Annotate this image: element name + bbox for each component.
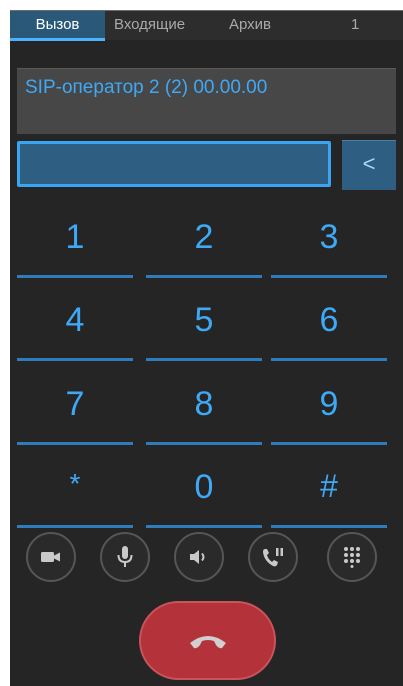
key-star[interactable]: * [17, 448, 133, 528]
key-1-label: 1 [65, 218, 85, 256]
key-3-label: 3 [319, 218, 339, 256]
mute-button[interactable] [100, 532, 150, 582]
video-button[interactable] [26, 532, 76, 582]
dialpad-button[interactable] [327, 532, 377, 582]
key-star-label: * [69, 468, 81, 499]
key-7-label: 7 [65, 385, 85, 423]
key-6[interactable]: 6 [271, 281, 387, 361]
key-6-label: 6 [319, 301, 339, 339]
key-3[interactable]: 3 [271, 198, 387, 278]
key-7[interactable]: 7 [17, 365, 133, 445]
key-4-label: 4 [65, 301, 85, 339]
key-2[interactable]: 2 [146, 198, 262, 278]
dialpad-icon [344, 547, 360, 568]
key-hash-label: # [320, 468, 338, 504]
speaker-icon [190, 550, 205, 564]
speaker-button[interactable] [174, 532, 224, 582]
key-8[interactable]: 8 [146, 365, 262, 445]
key-5-label: 5 [194, 301, 214, 339]
line-count[interactable]: 1 [351, 11, 359, 41]
key-8-label: 8 [194, 385, 214, 423]
key-2-label: 2 [194, 218, 214, 256]
key-0-label: 0 [194, 468, 214, 506]
key-9[interactable]: 9 [271, 365, 387, 445]
backspace-button[interactable]: < [342, 140, 396, 190]
key-4[interactable]: 4 [17, 281, 133, 361]
key-0[interactable]: 0 [146, 448, 262, 528]
tab-call[interactable]: Вызов [10, 11, 105, 41]
video-camera-icon [41, 552, 60, 562]
key-1[interactable]: 1 [17, 198, 133, 278]
hangup-button[interactable] [139, 601, 276, 680]
key-9-label: 9 [319, 385, 339, 423]
call-status-text: SIP-оператор 2 (2) 00.00.00 [25, 77, 268, 98]
tab-archive[interactable]: Архив [229, 11, 271, 41]
key-5[interactable]: 5 [146, 281, 262, 361]
hang-up-icon [189, 635, 226, 648]
hold-button[interactable] [248, 532, 298, 582]
call-status-panel: SIP-оператор 2 (2) 00.00.00 [17, 68, 396, 134]
dial-number-input[interactable] [17, 141, 331, 187]
hold-call-icon [263, 548, 283, 567]
softphone-panel: Вызов Входящие Архив 1 SIP-оператор 2 (2… [10, 10, 403, 686]
tab-incoming[interactable]: Входящие [114, 11, 185, 41]
key-hash[interactable]: # [271, 448, 387, 528]
tab-bar: Вызов Входящие Архив 1 [10, 10, 403, 41]
microphone-icon [117, 546, 133, 567]
